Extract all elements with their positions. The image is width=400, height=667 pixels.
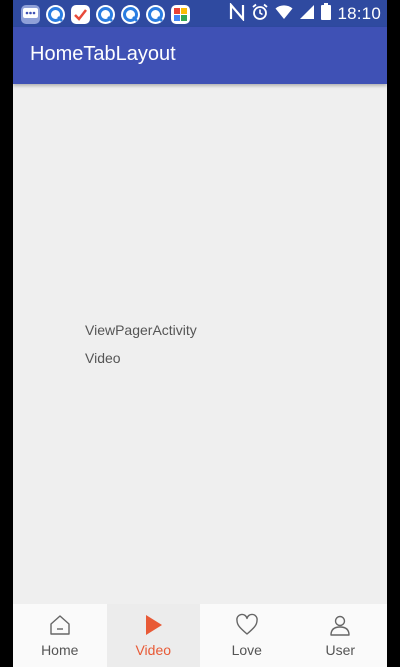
photos-icon — [171, 4, 190, 24]
tab-home[interactable]: Home — [13, 604, 107, 667]
tab-user[interactable]: User — [294, 604, 388, 667]
more-icon — [21, 4, 40, 24]
battery-icon — [321, 3, 332, 25]
browser-icon — [46, 4, 65, 24]
bottom-navigation: Home Video Love User — [13, 604, 387, 667]
tab-home-label: Home — [41, 642, 79, 658]
app-bar: HomeTabLayout — [13, 27, 387, 84]
page-title: HomeTabLayout — [30, 43, 176, 65]
system-icons: 18:10 — [229, 1, 381, 26]
browser-icon — [96, 4, 115, 24]
tick-app-icon — [71, 4, 90, 24]
tab-love[interactable]: Love — [200, 604, 294, 667]
activity-label: ViewPagerActivity — [85, 322, 197, 338]
page-label: Video — [85, 350, 121, 366]
signal-icon — [299, 4, 315, 25]
app-screen: 18:10 HomeTabLayout ViewPagerActivity Vi… — [13, 0, 387, 667]
notification-icons — [21, 4, 190, 24]
status-bar: 18:10 — [13, 0, 387, 27]
nfc-icon — [229, 1, 245, 26]
play-icon — [146, 615, 163, 635]
tab-video[interactable]: Video — [106, 604, 200, 667]
wifi-icon — [275, 4, 293, 25]
device-frame: 18:10 HomeTabLayout ViewPagerActivity Vi… — [0, 0, 400, 667]
alarm-icon — [251, 3, 269, 26]
tab-video-label: Video — [135, 642, 172, 658]
user-icon — [330, 615, 350, 636]
tab-love-label: Love — [231, 642, 262, 658]
status-time: 18:10 — [337, 4, 381, 23]
browser-icon — [146, 4, 165, 24]
heart-icon — [236, 613, 258, 635]
home-icon — [50, 615, 70, 635]
browser-icon — [121, 4, 140, 24]
tab-user-label: User — [325, 642, 356, 658]
